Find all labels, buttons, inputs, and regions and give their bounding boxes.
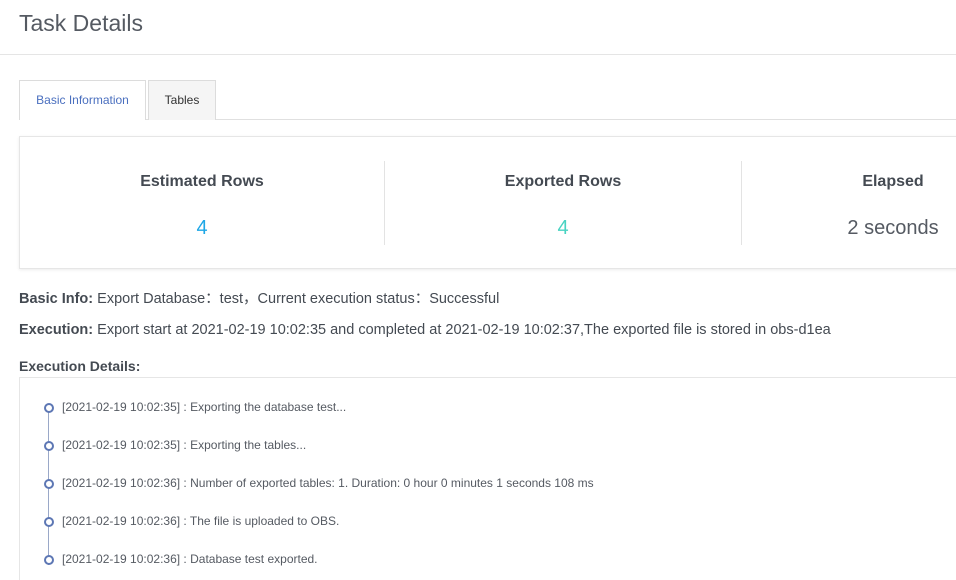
stat-estimated-rows: Estimated Rows 4 xyxy=(20,137,384,268)
timeline-dot-icon xyxy=(44,479,54,489)
stat-label: Exported Rows xyxy=(504,173,622,190)
stat-elapsed: Elapsed 2 seconds xyxy=(742,137,956,268)
basic-info-line: Basic Info: Export Database：test，Current… xyxy=(19,287,499,308)
stat-value: 4 xyxy=(196,217,208,239)
page-title: Task Details xyxy=(19,10,143,36)
timeline-dot-icon xyxy=(44,403,54,413)
timeline-dot-icon xyxy=(44,555,54,565)
execution-details-title: Execution Details: xyxy=(19,358,141,374)
stats-card: Estimated Rows 4 Exported Rows 4 Elapsed… xyxy=(19,136,956,269)
timeline-dot-icon xyxy=(44,517,54,527)
tab-basic-information[interactable]: Basic Information xyxy=(19,80,146,120)
timeline-text: [2021-02-19 10:02:36] : Database test ex… xyxy=(62,552,318,566)
stat-exported-rows: Exported Rows 4 xyxy=(385,137,741,268)
stat-label: Estimated Rows xyxy=(140,173,264,190)
execution-line: Execution: Export start at 2021-02-19 10… xyxy=(19,322,831,338)
stat-value: 2 seconds xyxy=(847,217,939,239)
basic-info-label: Basic Info: xyxy=(19,291,94,307)
page-header: Task Details xyxy=(0,0,956,55)
execution-text: Export start at 2021-02-19 10:02:35 and … xyxy=(97,322,831,338)
tab-tables[interactable]: Tables xyxy=(148,80,216,120)
stat-value: 4 xyxy=(557,217,569,239)
stat-label: Elapsed xyxy=(862,173,924,190)
timeline-text: [2021-02-19 10:02:36] : Number of export… xyxy=(62,476,594,490)
execution-label: Execution: xyxy=(19,322,94,338)
timeline-text: [2021-02-19 10:02:35] : Exporting the da… xyxy=(62,400,347,414)
timeline-text: [2021-02-19 10:02:35] : Exporting the ta… xyxy=(62,438,307,452)
timeline-dot-icon xyxy=(44,441,54,451)
timeline-text: [2021-02-19 10:02:36] : The file is uplo… xyxy=(62,514,340,528)
tab-bar: Basic Information Tables xyxy=(19,80,956,120)
basic-info-text: Export Database：test，Current execution s… xyxy=(97,291,500,307)
